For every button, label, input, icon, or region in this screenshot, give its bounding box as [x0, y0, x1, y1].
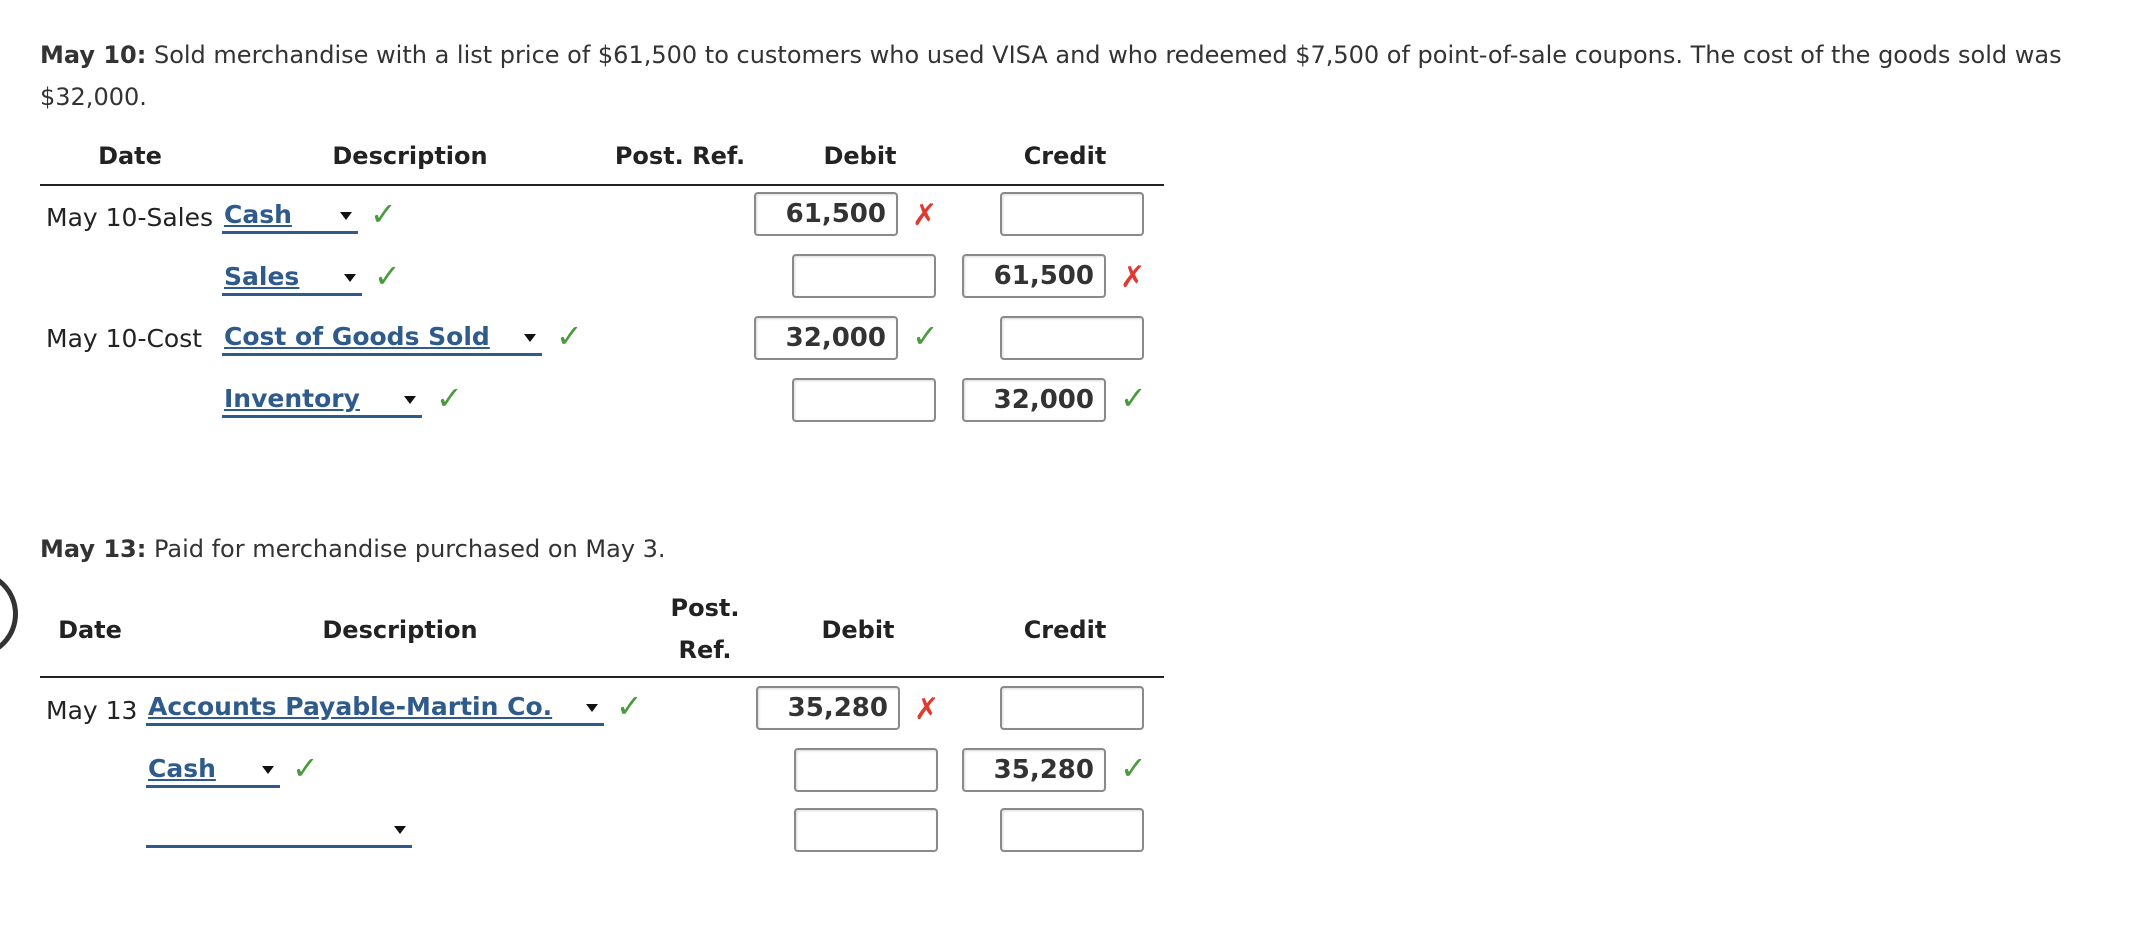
chevron-down-icon: [394, 826, 406, 834]
account-select[interactable]: Cost of Goods Sold: [222, 322, 542, 356]
question-label: May 13:: [40, 535, 147, 563]
account-select-value: Cash: [148, 754, 216, 783]
header-date: Date: [98, 142, 162, 170]
credit-input[interactable]: [1000, 686, 1144, 730]
header-debit: Debit: [823, 142, 897, 170]
header-post: Post.: [670, 594, 740, 622]
chevron-down-icon: [344, 274, 356, 282]
check-icon: ✓: [1120, 379, 1147, 417]
credit-input[interactable]: 61,500: [962, 254, 1106, 298]
question-text: Paid for merchandise purchased on May 3.: [146, 535, 666, 563]
account-select[interactable]: Sales: [222, 262, 362, 296]
chevron-down-icon: [340, 212, 352, 220]
header-description: Description: [322, 616, 478, 644]
debit-input[interactable]: [794, 808, 938, 852]
debit-input[interactable]: 61,500: [754, 192, 898, 236]
check-icon: ✓: [556, 317, 583, 355]
chevron-down-icon: [262, 766, 274, 774]
account-select[interactable]: [146, 814, 412, 848]
account-select-value: Accounts Payable-Martin Co.: [148, 692, 553, 721]
debit-input[interactable]: 35,280: [756, 686, 900, 730]
debit-input[interactable]: [792, 254, 936, 298]
account-select[interactable]: Inventory: [222, 384, 422, 418]
account-select[interactable]: Cash: [222, 200, 358, 234]
chevron-down-icon: [586, 704, 598, 712]
account-select-value: Cost of Goods Sold: [224, 322, 490, 351]
check-icon: ✓: [1120, 749, 1147, 787]
entry-date: May 10-Cost: [46, 324, 203, 353]
check-icon: ✓: [912, 317, 939, 355]
x-icon: ✗: [1120, 260, 1146, 295]
credit-input[interactable]: [1000, 808, 1144, 852]
header-date: Date: [58, 616, 122, 644]
check-icon: ✓: [616, 687, 643, 725]
check-icon: ✓: [292, 749, 319, 787]
header-description: Description: [332, 142, 488, 170]
entry-date: May 10-Sales: [46, 203, 214, 232]
account-select[interactable]: Cash: [146, 754, 280, 788]
account-select[interactable]: Accounts Payable-Martin Co.: [146, 692, 604, 726]
x-icon: ✗: [914, 692, 940, 727]
check-icon: ✓: [374, 257, 401, 295]
entry-date: May 13: [46, 696, 138, 725]
debit-input[interactable]: 32,000: [754, 316, 898, 360]
debit-input[interactable]: [792, 378, 936, 422]
x-icon: ✗: [912, 198, 938, 233]
header-credit: Credit: [1023, 142, 1107, 170]
credit-input[interactable]: [1000, 316, 1144, 360]
circle-icon: [0, 570, 18, 658]
account-select-value: Sales: [224, 262, 300, 291]
credit-input[interactable]: [1000, 192, 1144, 236]
header-rule: [40, 184, 1164, 186]
chevron-down-icon: [404, 396, 416, 404]
chevron-down-icon: [524, 334, 536, 342]
credit-input[interactable]: 32,000: [962, 378, 1106, 422]
account-select-value: Inventory: [224, 384, 360, 413]
header-post-ref: Post. Ref.: [614, 142, 746, 170]
question-label: May 10:: [40, 41, 147, 69]
header-ref: Ref.: [678, 636, 732, 664]
question-may10: May 10: Sold merchandise with a list pri…: [40, 34, 2120, 118]
question-text: Sold merchandise with a list price of $6…: [40, 41, 2062, 111]
check-icon: ✓: [436, 379, 463, 417]
header-rule: [40, 676, 1164, 678]
debit-input[interactable]: [794, 748, 938, 792]
question-may13: May 13: Paid for merchandise purchased o…: [40, 528, 1540, 570]
header-credit: Credit: [1023, 616, 1107, 644]
header-debit: Debit: [821, 616, 895, 644]
credit-input[interactable]: 35,280: [962, 748, 1106, 792]
account-select-value: Cash: [224, 200, 292, 229]
check-icon: ✓: [370, 195, 397, 233]
